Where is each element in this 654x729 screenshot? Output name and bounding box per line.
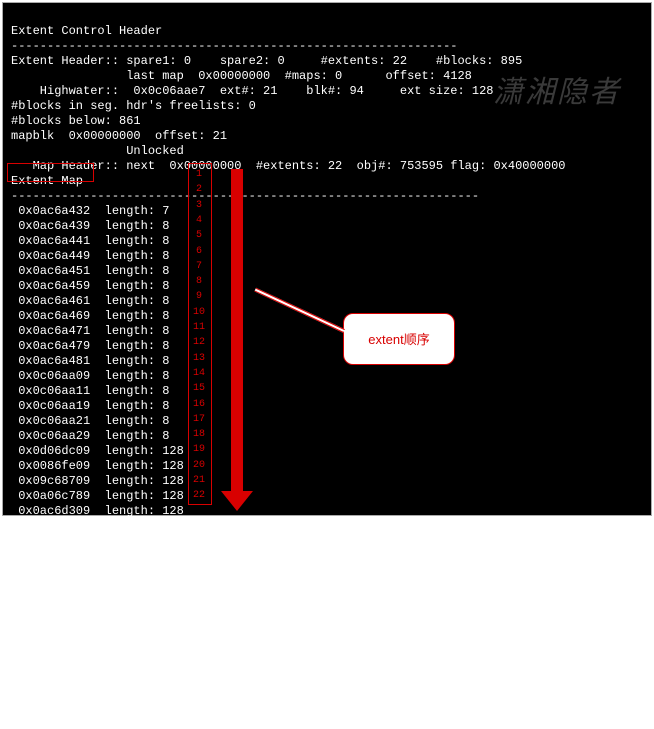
- header-line: last map 0x00000000 #maps: 0 offset: 412…: [11, 69, 472, 83]
- extent-map-list: 0x0ac6a432 length: 7 0x0ac6a439 length: …: [11, 204, 643, 534]
- sequence-number: 22: [190, 488, 208, 503]
- sequence-number: 19: [190, 442, 208, 457]
- sequence-number: 6: [190, 244, 208, 259]
- sequence-number: 3: [190, 198, 208, 213]
- terminal-output: Extent Control Header ------------------…: [2, 2, 652, 516]
- header-line: #blocks below: 861: [11, 114, 141, 128]
- sequence-number: 16: [190, 397, 208, 412]
- divider: ----------------------------------------…: [11, 189, 479, 203]
- header-line: Highwater:: 0x0c06aae7 ext#: 21 blk#: 94…: [11, 84, 493, 98]
- sequence-number: 18: [190, 427, 208, 442]
- sequence-number: 21: [190, 473, 208, 488]
- sequence-number: 14: [190, 366, 208, 381]
- sequence-number: 20: [190, 458, 208, 473]
- sequence-number: 2: [190, 182, 208, 197]
- watermark-text: 潇湘隐者: [493, 85, 621, 100]
- sequence-number: 12: [190, 335, 208, 350]
- sequence-number: 15: [190, 381, 208, 396]
- sequence-number: 11: [190, 320, 208, 335]
- callout-label: extent顺序: [343, 313, 455, 365]
- header-line: Unlocked: [11, 144, 184, 158]
- sequence-number: 17: [190, 412, 208, 427]
- divider: ----------------------------------------…: [11, 39, 457, 53]
- sequence-number: 10: [190, 305, 208, 320]
- arrow-down-icon: [231, 169, 243, 495]
- sequence-number: 1: [190, 167, 208, 182]
- header-line: mapblk 0x00000000 offset: 21: [11, 129, 227, 143]
- header-title: Extent Control Header: [11, 24, 162, 38]
- header-line: #blocks in seg. hdr's freelists: 0: [11, 99, 256, 113]
- sequence-number: 7: [190, 259, 208, 274]
- sequence-number: 8: [190, 274, 208, 289]
- header-line: Map Header:: next 0x00000000 #extents: 2…: [11, 159, 566, 173]
- sequence-number: 13: [190, 351, 208, 366]
- callout-text: extent顺序: [368, 332, 429, 347]
- header-line: Extent Map: [11, 174, 83, 188]
- header-line: Extent Header:: spare1: 0 spare2: 0 #ext…: [11, 54, 522, 68]
- sequence-number: 4: [190, 213, 208, 228]
- sequence-number: 5: [190, 228, 208, 243]
- arrow-down-icon: [221, 491, 253, 511]
- sequence-number: 9: [190, 289, 208, 304]
